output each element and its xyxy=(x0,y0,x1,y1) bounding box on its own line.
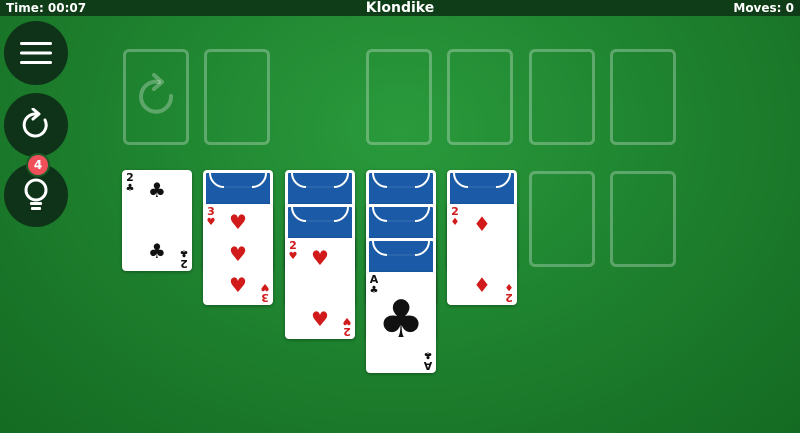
card-2-hearts[interactable]: 2 ♥ ♥ ♥ 2 ♥ xyxy=(285,238,355,339)
club-icon: ♣ xyxy=(148,239,166,263)
club-icon: ♣ xyxy=(148,178,166,202)
undo-button[interactable] xyxy=(4,93,68,157)
card-3-hearts[interactable]: 3 ♥ ♥ ♥ ♥ 3 ♥ xyxy=(203,204,273,305)
waste-pile-empty[interactable] xyxy=(204,49,270,145)
club-icon: ♣ xyxy=(179,247,189,258)
card-rank: 2 xyxy=(180,257,188,270)
moves-counter: Moves: 0 xyxy=(733,1,794,15)
card-ace-clubs[interactable]: A ♣ ♣ A ♣ xyxy=(366,272,436,373)
heart-icon: ♥ xyxy=(229,210,247,234)
foundation-slot-4[interactable] xyxy=(610,49,676,145)
menu-icon xyxy=(20,42,52,64)
card-2-clubs[interactable]: 2 ♣ ♣ ♣ 2 ♣ xyxy=(122,170,192,271)
undo-icon xyxy=(22,108,48,138)
tableau-slot-6-empty[interactable] xyxy=(529,171,595,267)
diamond-icon: ♦ xyxy=(504,281,514,292)
lightbulb-icon xyxy=(24,178,48,210)
heart-icon: ♥ xyxy=(206,217,216,228)
hint-count-badge: 4 xyxy=(28,155,48,175)
diamond-icon: ♦ xyxy=(450,217,460,228)
club-icon: ♣ xyxy=(377,290,425,350)
club-icon: ♣ xyxy=(125,183,135,194)
diamond-icon: ♦ xyxy=(473,273,491,297)
card-rank: A xyxy=(423,359,433,372)
heart-icon: ♥ xyxy=(342,315,352,326)
card-rank: 2 xyxy=(343,325,351,338)
foundation-slot-1[interactable] xyxy=(366,49,432,145)
card-rank: 2 xyxy=(505,291,513,304)
menu-button[interactable] xyxy=(4,21,68,85)
top-bar: Time: 00:07 Klondike Moves: 0 xyxy=(0,0,800,16)
diamond-icon: ♦ xyxy=(473,212,491,236)
stock-pile-empty[interactable] xyxy=(123,49,189,145)
heart-icon: ♥ xyxy=(229,273,247,297)
recycle-icon xyxy=(139,73,174,114)
tableau-slot-7-empty[interactable] xyxy=(610,171,676,267)
heart-icon: ♥ xyxy=(311,246,329,270)
heart-icon: ♥ xyxy=(260,281,270,292)
heart-icon: ♥ xyxy=(288,251,298,262)
card-2-diamonds[interactable]: 2 ♦ ♦ ♦ 2 ♦ xyxy=(447,204,517,305)
card-rank: 3 xyxy=(261,291,269,304)
foundation-slot-2[interactable] xyxy=(447,49,513,145)
game-title: Klondike xyxy=(365,0,435,16)
heart-icon: ♥ xyxy=(311,307,329,331)
heart-icon: ♥ xyxy=(229,242,247,266)
foundation-slot-3[interactable] xyxy=(529,49,595,145)
